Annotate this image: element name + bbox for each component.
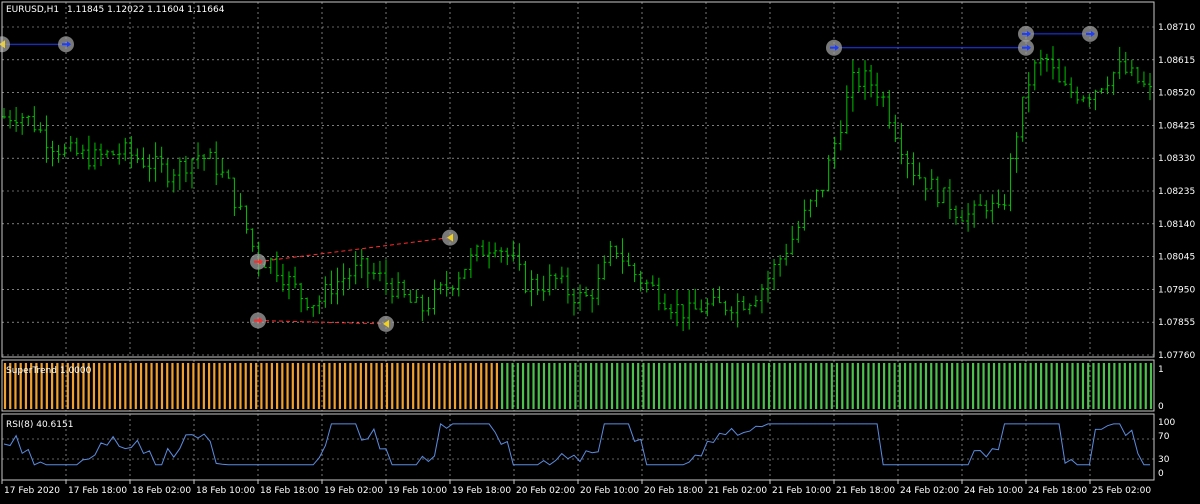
time-tick-label: 25 Feb 02:00 xyxy=(1092,486,1151,496)
ohlc-label: 1.11845 1.12022 1.11604 1.11664 xyxy=(67,5,225,15)
rsi-level-70: 70 xyxy=(1158,432,1170,442)
time-tick-label: 24 Feb 18:00 xyxy=(1028,486,1087,496)
time-tick-label: 17 Feb 18:00 xyxy=(68,486,127,496)
time-tick-label: 20 Feb 02:00 xyxy=(516,486,575,496)
price-tick-label: 1.08615 xyxy=(1158,56,1195,66)
time-tick-label: 19 Feb 10:00 xyxy=(388,486,447,496)
blue-arrow-right-icon[interactable] xyxy=(1082,25,1098,42)
price-tick-label: 1.08425 xyxy=(1158,121,1195,131)
time-tick-label: 20 Feb 18:00 xyxy=(644,486,703,496)
time-tick-label: 24 Feb 02:00 xyxy=(900,486,959,496)
rsi-level-0: 0 xyxy=(1158,469,1164,479)
blue-arrow-right-icon[interactable] xyxy=(1018,25,1034,42)
time-tick-label: 18 Feb 10:00 xyxy=(196,486,255,496)
price-tick-label: 1.08520 xyxy=(1158,89,1195,99)
chart-canvas[interactable]: EURUSD,H1 1.11845 1.12022 1.11604 1.1166… xyxy=(0,0,1200,500)
time-tick-label: 21 Feb 02:00 xyxy=(708,486,767,496)
price-tick-label: 1.07950 xyxy=(1158,285,1195,295)
time-tick-label: 21 Feb 10:00 xyxy=(772,486,831,496)
price-tick-label: 1.08140 xyxy=(1158,220,1195,230)
time-tick-label: 18 Feb 18:00 xyxy=(260,486,319,496)
rsi-label: RSI(8) 40.6151 xyxy=(6,420,73,430)
red-arrow-right-icon[interactable] xyxy=(250,312,266,329)
blue-arrow-right-icon[interactable] xyxy=(1018,39,1034,56)
red-arrow-right-icon[interactable] xyxy=(250,253,266,270)
price-tick-label: 1.07760 xyxy=(1158,351,1195,361)
time-tick-label: 18 Feb 02:00 xyxy=(132,486,191,496)
supertrend-axis-bottom: 0 xyxy=(1158,402,1164,412)
supertrend-label: SuperTrend 1.0000 xyxy=(6,366,92,376)
time-tick-label: 17 Feb 2020 xyxy=(4,486,60,496)
price-tick-label: 1.08235 xyxy=(1158,187,1195,197)
price-tick-label: 1.08710 xyxy=(1158,23,1195,33)
time-tick-label: 24 Feb 10:00 xyxy=(964,486,1023,496)
blue-arrow-right-icon[interactable] xyxy=(58,36,74,53)
yellow-arrow-left-icon[interactable] xyxy=(442,229,458,246)
rsi-level-100: 100 xyxy=(1158,418,1175,428)
blue-arrow-right-icon[interactable] xyxy=(826,39,842,56)
time-tick-label: 20 Feb 10:00 xyxy=(580,486,639,496)
time-tick-label: 21 Feb 18:00 xyxy=(836,486,895,496)
yellow-arrow-left-icon[interactable] xyxy=(378,315,394,332)
time-tick-label: 19 Feb 18:00 xyxy=(452,486,511,496)
time-tick-label: 19 Feb 02:00 xyxy=(324,486,383,496)
symbol-label: EURUSD,H1 xyxy=(6,5,59,15)
price-tick-label: 1.08330 xyxy=(1158,154,1195,164)
chart-background xyxy=(0,0,1200,500)
supertrend-axis-top: 1 xyxy=(1158,365,1164,375)
price-tick-label: 1.08045 xyxy=(1158,253,1195,263)
rsi-level-30: 30 xyxy=(1158,455,1170,465)
trading-chart[interactable]: EURUSD,H1 1.11845 1.12022 1.11604 1.1166… xyxy=(0,0,1200,500)
price-tick-label: 1.07855 xyxy=(1158,318,1195,328)
